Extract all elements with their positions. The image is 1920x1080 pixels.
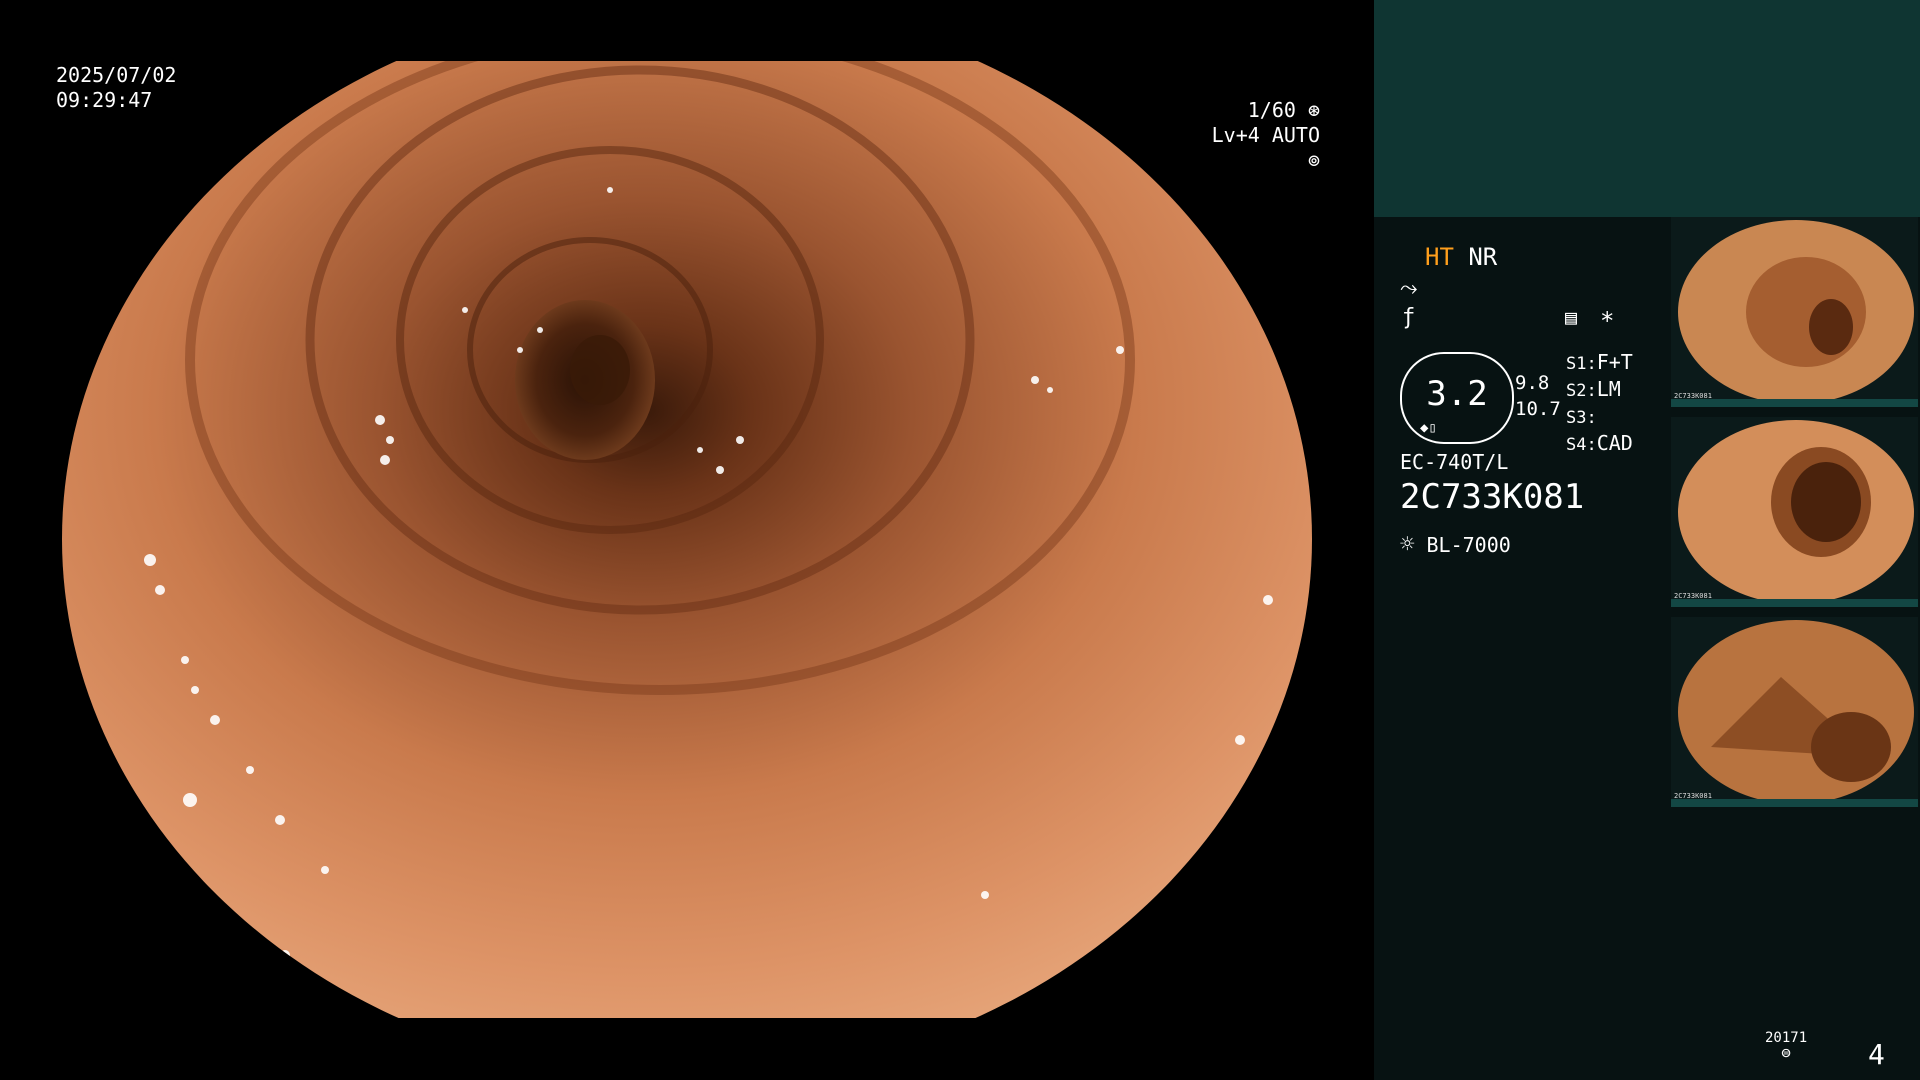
s2-value: LM: [1596, 377, 1621, 401]
light-icon: ☼: [1400, 530, 1415, 558]
thumbnail-image-3: [1678, 620, 1914, 804]
image-count: 4: [1868, 1038, 1885, 1071]
panel-header: [1374, 0, 1920, 217]
storage-icon: ⊜: [1781, 1043, 1791, 1062]
mode-nr: NR: [1468, 243, 1498, 271]
aperture-icon: ⊛: [1307, 98, 1320, 122]
settings-icon: ▤: [1565, 305, 1578, 329]
exposure-display: 1/60 ⊛ Lv+4 AUTO ⊚: [1190, 98, 1320, 173]
filter-icon: ƒ: [1402, 305, 1416, 330]
asterisk-label: *: [1600, 307, 1615, 335]
thumbnail-image-1: [1678, 220, 1914, 404]
scope-model: EC-740T/L: [1400, 450, 1509, 474]
thumbnail-1[interactable]: 2C733K081: [1671, 217, 1918, 407]
iris-icon: ⊚: [1307, 148, 1320, 172]
light-source-label: BL-7000: [1426, 533, 1511, 557]
thumbnail-3-serial: 2C733K081: [1674, 792, 1712, 800]
light-source: ☼ BL-7000: [1400, 530, 1511, 558]
thumbnail-1-serial: 2C733K081: [1674, 392, 1712, 400]
value-a: 9.8: [1515, 372, 1550, 394]
zoom-badge: 3.2 ◆▯: [1400, 352, 1514, 444]
zoom-edit-icon: ◆▯: [1420, 420, 1437, 436]
enhance-icon: ⤳: [1400, 276, 1418, 301]
thumbnail-2[interactable]: 2C733K081: [1671, 417, 1918, 607]
datetime-display: 2025/07/02 09:29:47: [56, 63, 176, 113]
iris-mode-label: AUTO: [1271, 123, 1320, 147]
mode-ht: HT: [1425, 243, 1454, 271]
shutter-label: 1/60: [1247, 98, 1296, 122]
date-label: 2025/07/02: [56, 63, 177, 87]
zoom-value: 3.2: [1426, 374, 1488, 414]
s4-value: CAD: [1596, 431, 1633, 455]
storage-counter: 20171 ⊜: [1765, 1030, 1807, 1062]
level-label: Lv+4: [1211, 123, 1260, 147]
s1-label: S1:: [1566, 354, 1597, 374]
s3-label: S3:: [1566, 408, 1597, 428]
thumbnail-2-serial: 2C733K081: [1674, 592, 1712, 600]
switch-settings: S1:F+T S2:LM S3: S4:CAD: [1566, 350, 1633, 458]
endoscope-view: [0, 0, 1372, 1080]
thumbnail-3[interactable]: 2C733K081: [1671, 617, 1918, 807]
scope-serial: 2C733K081: [1400, 477, 1585, 517]
mode-display: HT NR: [1425, 243, 1497, 271]
value-b: 10.7: [1515, 398, 1561, 420]
s2-label: S2:: [1566, 381, 1597, 401]
s1-value: F+T: [1596, 350, 1633, 374]
s4-label: S4:: [1566, 435, 1597, 455]
thumbnail-image-2: [1678, 420, 1914, 604]
time-label: 09:29:47: [56, 88, 153, 112]
endoscopic-image: [62, 0, 1312, 1079]
